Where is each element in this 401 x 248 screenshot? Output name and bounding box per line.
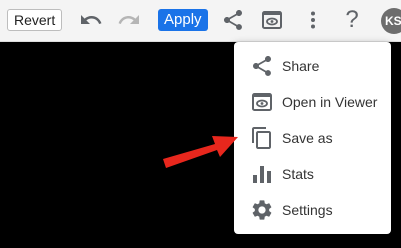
menu-item-label: Settings bbox=[282, 202, 333, 218]
overflow-menu: Share Open in Viewer Save as Stats Setti bbox=[234, 42, 391, 234]
revert-button[interactable]: Revert bbox=[7, 9, 63, 31]
annotation-arrow-icon bbox=[163, 136, 238, 168]
menu-item-save-as[interactable]: Save as bbox=[234, 120, 391, 156]
avatar[interactable]: KS bbox=[381, 8, 401, 34]
copy-icon bbox=[250, 126, 274, 150]
menu-item-share[interactable]: Share bbox=[234, 48, 391, 84]
apply-button[interactable]: Apply bbox=[158, 9, 208, 31]
menu-item-stats[interactable]: Stats bbox=[234, 156, 391, 192]
toolbar: Revert Apply ? KS bbox=[0, 0, 401, 42]
more-vert-icon[interactable] bbox=[301, 8, 325, 32]
gear-icon bbox=[250, 198, 274, 222]
menu-item-label: Stats bbox=[282, 166, 314, 182]
app-window: Revert Apply ? KS Share Open in Viewer S… bbox=[0, 0, 401, 248]
viewer-icon[interactable] bbox=[260, 8, 284, 32]
menu-item-label: Share bbox=[282, 58, 320, 74]
redo-icon[interactable] bbox=[117, 8, 141, 32]
viewer-icon bbox=[250, 90, 274, 114]
menu-item-label: Open in Viewer bbox=[282, 94, 378, 110]
undo-icon[interactable] bbox=[79, 8, 103, 32]
share-icon bbox=[250, 54, 274, 78]
help-icon[interactable]: ? bbox=[340, 8, 364, 32]
menu-item-open-in-viewer[interactable]: Open in Viewer bbox=[234, 84, 391, 120]
share-icon[interactable] bbox=[221, 8, 245, 32]
menu-item-settings[interactable]: Settings bbox=[234, 192, 391, 228]
menu-item-label: Save as bbox=[282, 130, 333, 146]
bar-chart-icon bbox=[250, 162, 274, 186]
